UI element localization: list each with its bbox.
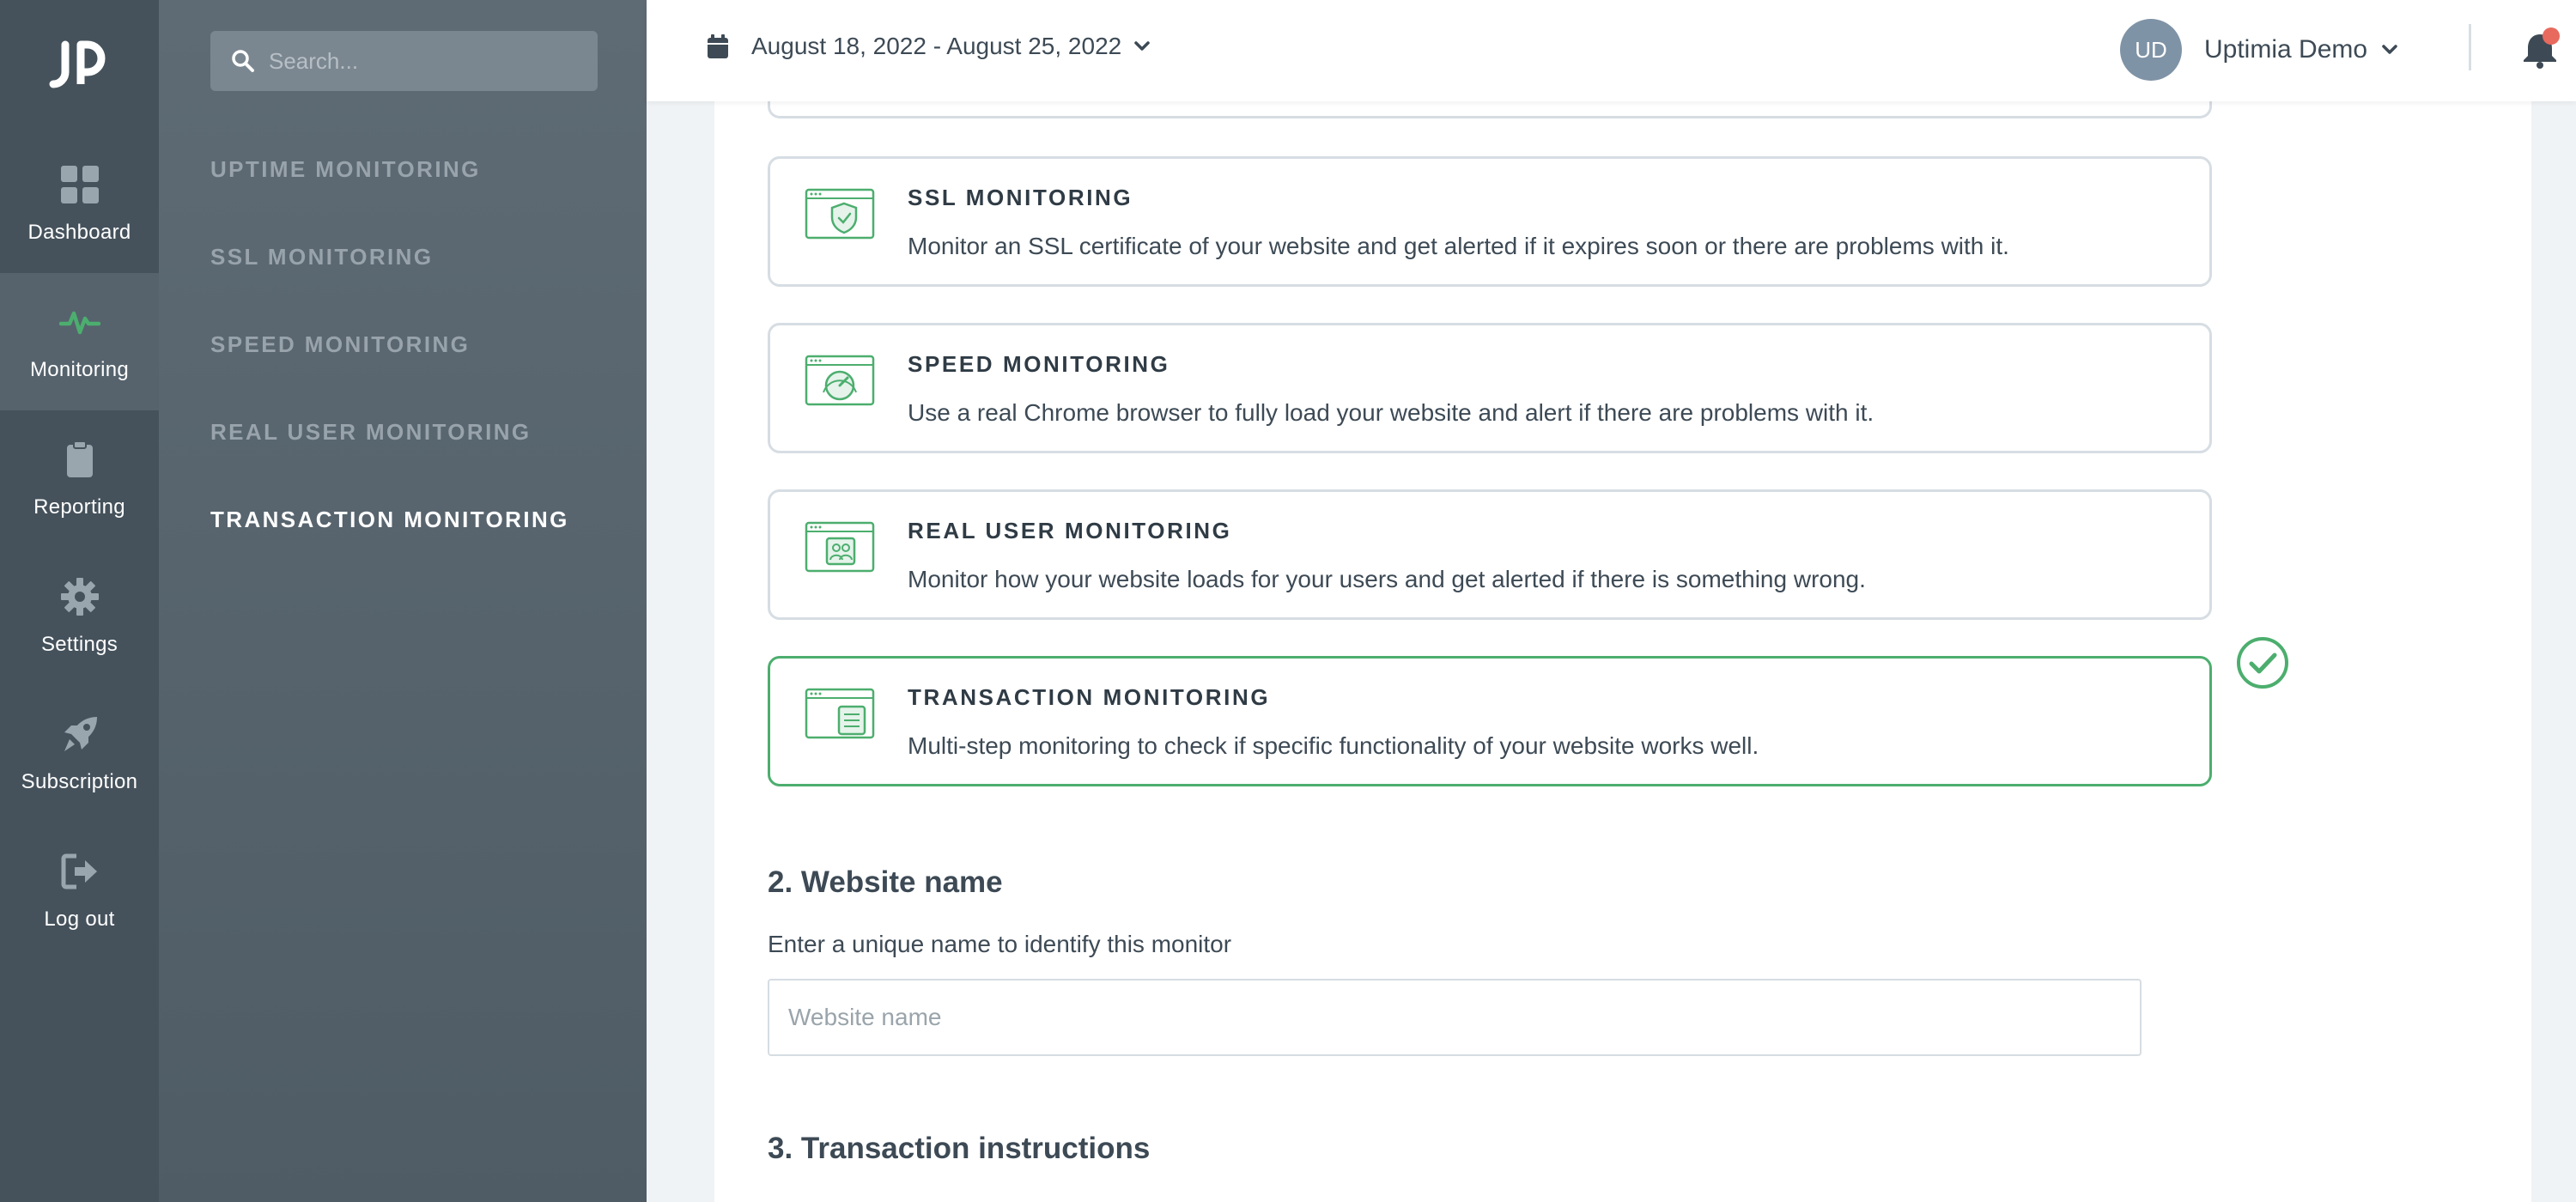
search-icon	[232, 50, 254, 72]
card-title: SSL MONITORING	[908, 185, 1133, 210]
calendar-icon	[708, 34, 728, 58]
website-name-heading: 2. Website name	[768, 865, 1003, 899]
monitor-type-card-transaction[interactable]: TRANSACTION MONITORING Multi-step monito…	[768, 637, 2288, 786]
rail-label-settings: Settings	[40, 633, 118, 656]
rail-item-reporting[interactable]: Reporting	[0, 410, 159, 548]
logout-icon	[61, 853, 97, 889]
card-title: REAL USER MONITORING	[908, 518, 1232, 543]
card-description: Monitor an SSL certificate of your websi…	[908, 233, 2009, 259]
rail-label-dashboard: Dashboard	[27, 221, 131, 244]
rail-item-monitoring[interactable]: Monitoring	[0, 273, 159, 410]
rail-label-reporting: Reporting	[33, 495, 125, 519]
website-name-subtitle: Enter a unique name to identify this mon…	[768, 931, 1232, 957]
monitor-type-card-real-user[interactable]: REAL USER MONITORING Monitor how your we…	[768, 489, 2212, 620]
website-name-input[interactable]	[768, 979, 2142, 1056]
dashboard-grid-icon	[60, 166, 99, 203]
subnav-item-speed[interactable]: SPEED MONITORING	[210, 331, 470, 358]
card-description: Use a real Chrome browser to fully load …	[908, 399, 1874, 426]
rail-label-subscription: Subscription	[21, 770, 138, 793]
subnav-item-uptime[interactable]: UPTIME MONITORING	[210, 156, 481, 183]
rocket-icon	[64, 717, 97, 751]
date-range-picker[interactable]: August 18, 2022 - August 25, 2022	[707, 33, 1151, 60]
chevron-down-icon	[2382, 45, 2397, 54]
main-rail: Dashboard Monitoring Reporting Settings …	[0, 0, 159, 1202]
monitor-type-card-ssl[interactable]: SSL MONITORING Monitor an SSL certificat…	[768, 156, 2212, 287]
clipboard-icon	[66, 440, 93, 477]
card-description: Monitor how your website loads for your …	[908, 566, 1866, 592]
transaction-instructions-heading: 3. Transaction instructions	[768, 1132, 1151, 1165]
rail-item-subscription[interactable]: Subscription	[0, 685, 159, 823]
subnav-item-real-user[interactable]: REAL USER MONITORING	[210, 419, 532, 446]
topbar-divider	[2469, 24, 2471, 70]
uptimia-logo[interactable]	[43, 29, 117, 103]
rail-item-dashboard[interactable]: Dashboard	[0, 136, 159, 273]
new-monitor-panel: SSL MONITORING Monitor an SSL certificat…	[714, 84, 2531, 1202]
notification-dot	[2543, 27, 2560, 45]
bell-icon[interactable]	[2518, 27, 2561, 70]
rail-item-settings[interactable]: Settings	[0, 548, 159, 685]
date-range-text: August 18, 2022 - August 25, 2022	[751, 33, 1122, 59]
monitoring-subnav: UPTIME MONITORING SSL MONITORING SPEED M…	[159, 0, 647, 1202]
card-description: Multi-step monitoring to check if specif…	[908, 732, 1759, 759]
selected-check-icon	[2237, 637, 2288, 689]
transaction-list-icon	[805, 688, 875, 739]
card-title: SPEED MONITORING	[908, 351, 1170, 377]
ssl-shield-icon	[805, 188, 875, 240]
card-title: TRANSACTION MONITORING	[908, 684, 1271, 710]
user-menu[interactable]: UD Uptimia Demo	[2120, 19, 2398, 81]
rail-item-logout[interactable]: Log out	[0, 823, 159, 960]
user-name: Uptimia Demo	[2204, 35, 2368, 64]
search-input[interactable]	[269, 47, 578, 75]
users-icon	[805, 521, 875, 573]
top-bar: August 18, 2022 - August 25, 2022 UD Upt…	[647, 0, 2576, 101]
monitor-type-card-speed[interactable]: SPEED MONITORING Use a real Chrome brows…	[768, 323, 2212, 453]
speed-gauge-icon	[805, 355, 875, 406]
heartbeat-icon	[58, 311, 100, 335]
rail-label-logout: Log out	[44, 908, 115, 931]
subnav-item-ssl[interactable]: SSL MONITORING	[210, 244, 433, 270]
subnav-item-transaction[interactable]: TRANSACTION MONITORING	[210, 507, 569, 533]
search-box[interactable]	[210, 31, 598, 91]
chevron-down-icon	[1134, 41, 1150, 51]
rail-label-monitoring: Monitoring	[29, 358, 130, 381]
gear-icon	[60, 578, 99, 616]
avatar: UD	[2120, 19, 2182, 81]
